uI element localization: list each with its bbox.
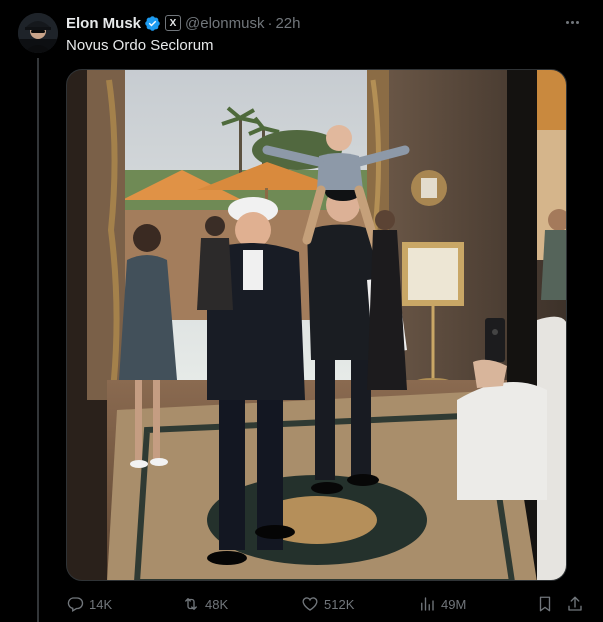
- author-name[interactable]: Elon Musk: [66, 15, 141, 32]
- post-text: Novus Ordo Seclorum: [66, 37, 214, 54]
- like-button[interactable]: 512K: [301, 593, 354, 615]
- avatar[interactable]: [18, 13, 58, 53]
- heart-icon: [302, 597, 318, 611]
- x-affiliate-badge-icon: X: [165, 15, 182, 31]
- post-photo[interactable]: [66, 69, 567, 581]
- more-icon[interactable]: [561, 11, 583, 33]
- share-button[interactable]: [566, 593, 584, 615]
- author-handle[interactable]: @elonmusk: [185, 15, 264, 32]
- repost-button[interactable]: 48K: [182, 593, 228, 615]
- share-icon: [568, 596, 582, 611]
- repost-icon: [185, 598, 197, 610]
- post-time[interactable]: 22h: [275, 15, 300, 32]
- verified-badge-icon[interactable]: [144, 15, 161, 32]
- reply-count: 14K: [89, 596, 113, 612]
- action-bar: 14K 48K 512K 49M: [66, 593, 584, 615]
- separator-dot: ·: [267, 14, 273, 32]
- thread-line: [37, 58, 39, 622]
- bookmark-icon: [539, 596, 551, 612]
- views-icon: [421, 597, 434, 611]
- repost-count: 48K: [205, 596, 229, 612]
- like-count: 512K: [324, 596, 355, 612]
- reply-button[interactable]: 14K: [66, 593, 112, 615]
- reply-icon: [67, 597, 84, 612]
- post-header: Elon Musk X @elonmusk · 22h: [66, 13, 300, 33]
- bookmark-button[interactable]: [536, 593, 554, 615]
- view-count: 49M: [441, 596, 467, 612]
- views-button[interactable]: 49M: [418, 593, 466, 615]
